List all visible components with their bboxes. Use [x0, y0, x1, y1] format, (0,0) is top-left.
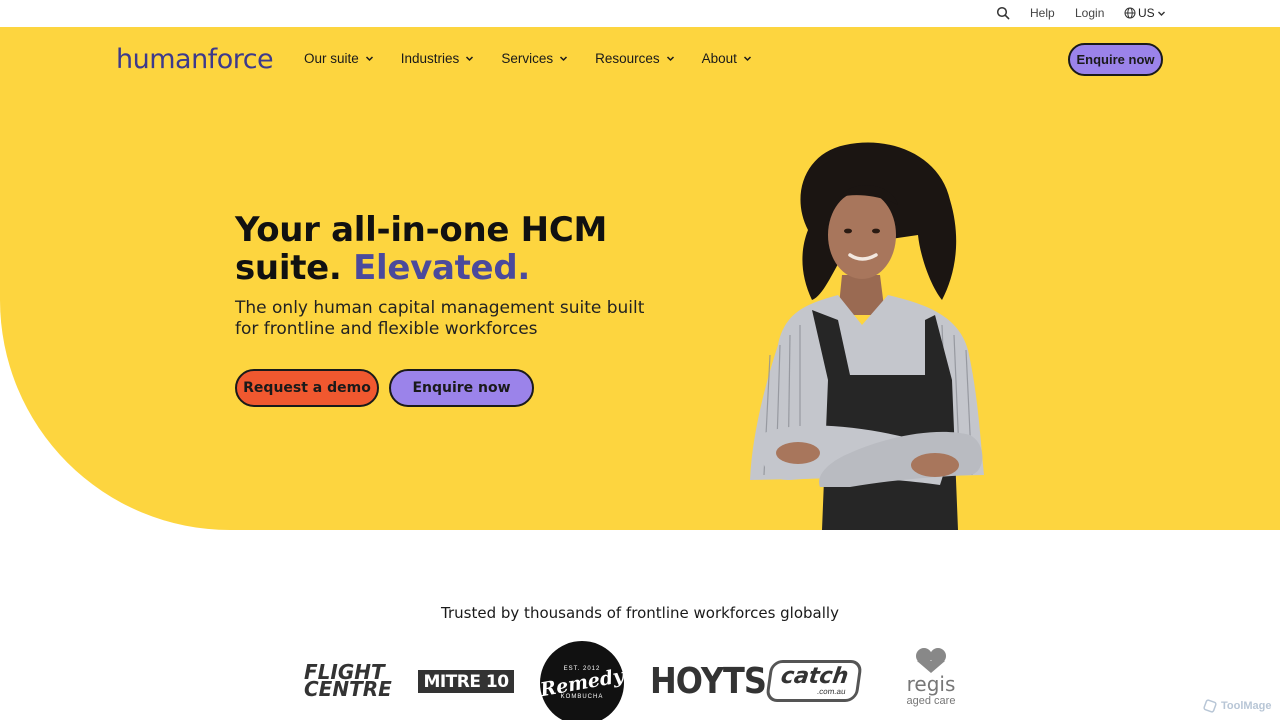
nav-label: Our suite — [304, 51, 359, 66]
regis-logo: regis aged care — [900, 646, 962, 708]
watermark: ToolMage — [1203, 699, 1272, 713]
enquire-now-header-button[interactable]: Enquire now — [1068, 43, 1163, 76]
trusted-heading: Trusted by thousands of frontline workfo… — [441, 604, 839, 622]
chevron-down-icon — [1157, 11, 1165, 16]
enquire-now-label: Enquire now — [412, 380, 511, 396]
regis-text: regis — [906, 672, 956, 696]
nav-label: Services — [501, 51, 554, 66]
flight-centre-logo: FLIGHT CENTRE — [304, 662, 396, 701]
chevron-down-icon — [743, 56, 751, 62]
hero-headline: Your all-in-one HCM suite. Elevated. — [235, 211, 607, 287]
utility-bar: Help Login US — [0, 0, 1280, 27]
help-link[interactable]: Help — [1030, 6, 1055, 20]
nav-industries[interactable]: Industries — [401, 51, 475, 66]
regis-sub: aged care — [906, 695, 956, 707]
regis-heart-icon — [916, 648, 946, 673]
toolmage-icon — [1203, 699, 1217, 713]
chevron-down-icon — [666, 56, 674, 62]
hero-section: humanforce Our suite Industries Services… — [0, 27, 1280, 530]
login-link[interactable]: Login — [1075, 6, 1104, 20]
flight-centre-line2: CENTRE — [304, 677, 392, 701]
headline-accent: Elevated. — [353, 248, 530, 288]
locale-selector[interactable]: US — [1124, 6, 1166, 20]
catch-logo: catch .com.au — [765, 660, 863, 702]
nav-label: About — [701, 51, 737, 66]
nav-label: Resources — [595, 51, 660, 66]
catch-sub: .com.au — [816, 686, 847, 696]
headline-line1: Your all-in-one HCM — [235, 210, 608, 250]
mitre-10-text: MITRE 10 — [423, 671, 509, 692]
search-icon[interactable] — [996, 6, 1010, 20]
hoyts-logo: HOYTS — [650, 660, 767, 702]
main-nav: Our suite Industries Services Resources … — [304, 51, 779, 66]
nav-label: Industries — [400, 51, 460, 66]
nav-resources[interactable]: Resources — [595, 51, 675, 66]
nav-services[interactable]: Services — [501, 51, 568, 66]
headline-line2: suite. — [235, 248, 354, 288]
mitre-10-logo: MITRE 10 — [418, 670, 514, 693]
request-demo-button[interactable]: Request a demo — [235, 369, 379, 407]
hero-person-image — [750, 142, 984, 530]
hero-subhead: The only human capital management suite … — [235, 298, 645, 339]
locale-label: US — [1138, 6, 1155, 20]
enquire-now-hero-button[interactable]: Enquire now — [389, 369, 534, 407]
catch-text: catch — [779, 663, 851, 689]
nav-our-suite[interactable]: Our suite — [304, 51, 374, 66]
hoyts-text: HOYTS — [650, 660, 767, 702]
client-logos: FLIGHT CENTRE MITRE 10 EST. 2012 Remedy … — [0, 640, 1280, 720]
globe-icon — [1124, 7, 1136, 19]
remedy-kombucha-logo: EST. 2012 Remedy KOMBUCHA — [539, 641, 625, 720]
humanforce-logo[interactable]: humanforce — [116, 44, 274, 75]
chevron-down-icon — [560, 56, 568, 62]
nav-about[interactable]: About — [702, 51, 752, 66]
watermark-text: ToolMage — [1221, 700, 1272, 712]
chevron-down-icon — [466, 56, 474, 62]
chevron-down-icon — [365, 56, 373, 62]
